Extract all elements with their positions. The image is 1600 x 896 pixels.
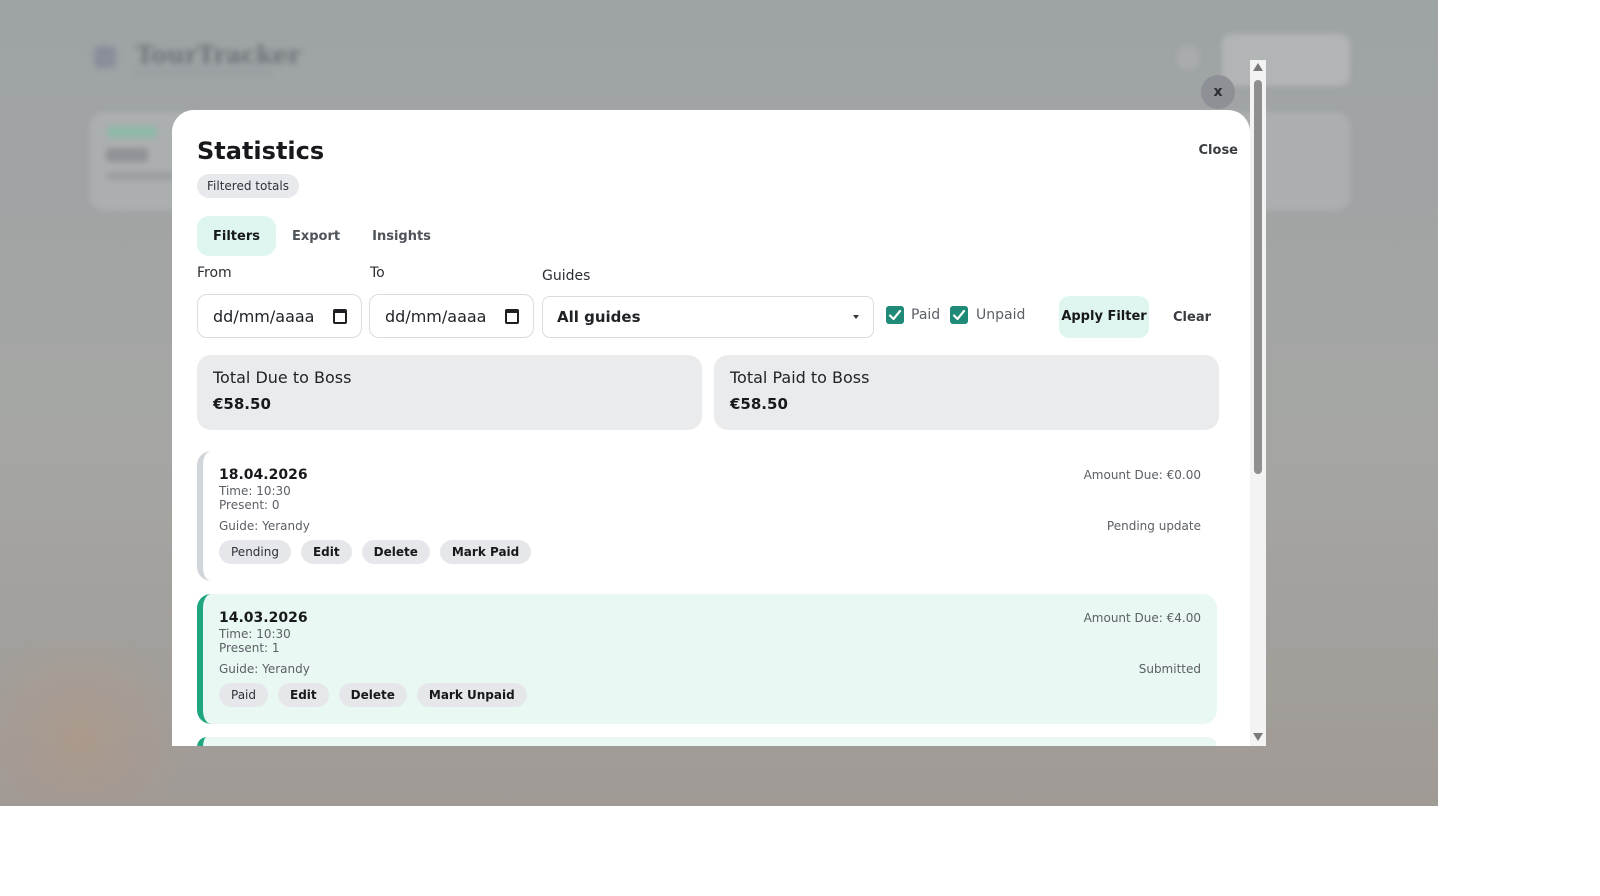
statistics-modal: Statistics Filtered totals Close Filters… [172, 110, 1250, 746]
clear-button[interactable]: Clear [1157, 296, 1227, 338]
from-label: From [197, 265, 232, 281]
entry-time: Time: 10:30 [219, 627, 291, 641]
close-icon[interactable]: x [1201, 75, 1235, 109]
entry-present: Present: 0 [219, 498, 280, 512]
total-due-value: €58.50 [213, 395, 271, 413]
entry-amount-due: Amount Due: €0.00 [1083, 468, 1201, 482]
entry-actions: Pending Edit Delete Mark Paid [219, 540, 532, 564]
paid-checkbox[interactable] [886, 306, 904, 324]
background-tint [0, 640, 200, 800]
delete-button[interactable]: Delete [361, 540, 430, 564]
calendar-icon[interactable] [333, 308, 347, 324]
modal-tabs: Filters Export Insights [197, 216, 447, 256]
unpaid-checkbox-label[interactable]: Unpaid [976, 307, 1025, 323]
mark-paid-button[interactable]: Mark Paid [439, 540, 532, 564]
entry-status-text: Pending update [1106, 519, 1201, 533]
status-badge: Paid [219, 683, 269, 707]
list-item: 18.04.2026 Time: 10:30 Present: 0 Guide:… [197, 451, 1217, 581]
from-date-value: dd/mm/aaaa [213, 306, 315, 326]
app-logo-icon [94, 46, 116, 68]
total-due-card: Total Due to Boss €58.50 [197, 355, 702, 430]
guides-selected-value: All guides [557, 308, 641, 326]
to-date-input[interactable]: dd/mm/aaaa [369, 294, 534, 338]
scrollbar[interactable] [1250, 60, 1266, 746]
paid-checkbox-label[interactable]: Paid [911, 307, 940, 323]
scroll-down-icon[interactable] [1253, 733, 1263, 741]
scrollbar-thumb[interactable] [1254, 80, 1262, 474]
calendar-icon[interactable] [505, 308, 519, 324]
guides-select[interactable]: All guides [542, 296, 874, 338]
to-date-value: dd/mm/aaaa [385, 306, 487, 326]
delete-button[interactable]: Delete [338, 683, 407, 707]
background-card-text [106, 148, 148, 162]
modal-title: Statistics [197, 137, 325, 165]
mark-unpaid-button[interactable]: Mark Unpaid [416, 683, 527, 707]
from-date-input[interactable]: dd/mm/aaaa [197, 294, 362, 338]
background-button [1222, 34, 1350, 86]
background-icon [1176, 46, 1200, 70]
entry-status-text: Submitted [1138, 662, 1201, 676]
total-due-label: Total Due to Boss [213, 368, 352, 387]
entry-date: 18.04.2026 [219, 467, 308, 483]
entry-time: Time: 10:30 [219, 484, 291, 498]
tab-export[interactable]: Export [276, 216, 356, 256]
entry-amount-due: Amount Due: €4.00 [1083, 611, 1201, 625]
apply-filter-button[interactable]: Apply Filter [1059, 296, 1149, 338]
entry-present: Present: 1 [219, 641, 280, 655]
check-icon [888, 309, 902, 321]
total-paid-label: Total Paid to Boss [730, 368, 870, 387]
scroll-up-icon[interactable] [1253, 63, 1263, 71]
total-paid-value: €58.50 [730, 395, 788, 413]
edit-button[interactable]: Edit [300, 540, 352, 564]
entry-guide: Guide: Yerandy [219, 519, 310, 533]
background-app-title: TourTracker [136, 40, 301, 69]
check-icon [952, 309, 966, 321]
background-chip [106, 126, 158, 138]
tab-filters[interactable]: Filters [197, 216, 276, 256]
background-subtitle [136, 68, 271, 74]
list-item: 14.03.2026 Time: 10:30 Present: 1 Guide:… [197, 594, 1217, 724]
list-item [197, 737, 1217, 746]
entry-guide: Guide: Yerandy [219, 662, 310, 676]
close-button[interactable]: Close [1172, 143, 1238, 158]
entry-actions: Paid Edit Delete Mark Unpaid [219, 683, 527, 707]
background-card-text [106, 172, 176, 180]
status-badge: Pending [219, 540, 291, 564]
entry-date: 14.03.2026 [219, 610, 308, 626]
filtered-totals-badge: Filtered totals [197, 174, 299, 198]
unpaid-checkbox[interactable] [950, 306, 968, 324]
edit-button[interactable]: Edit [278, 683, 329, 707]
chevron-down-icon [853, 315, 859, 319]
total-paid-card: Total Paid to Boss €58.50 [714, 355, 1219, 430]
tab-insights[interactable]: Insights [356, 216, 447, 256]
to-label: To [370, 265, 385, 281]
guides-label: Guides [542, 268, 591, 284]
